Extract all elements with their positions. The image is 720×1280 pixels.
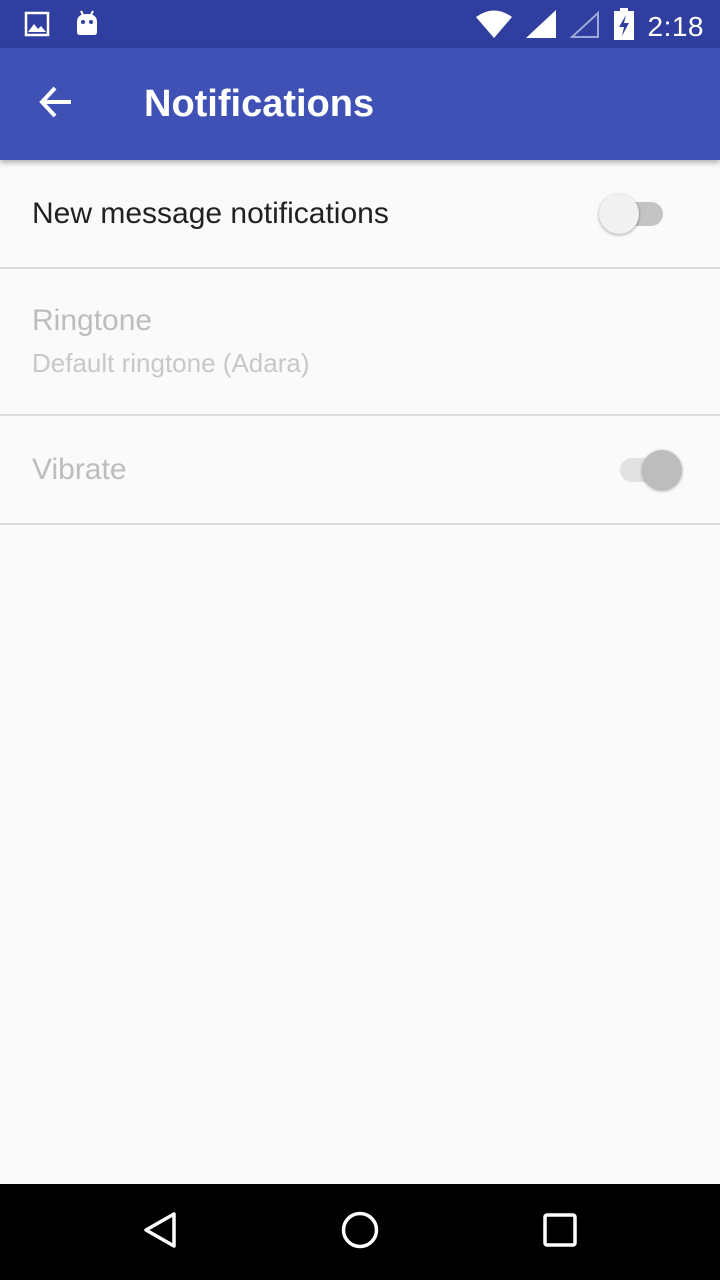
pref-title: New message notifications bbox=[32, 197, 389, 230]
app-bar: Notifications bbox=[0, 48, 720, 160]
pref-summary: Default ringtone (Adara) bbox=[32, 348, 310, 378]
pref-vibrate: Vibrate bbox=[0, 416, 720, 525]
nav-home-button[interactable] bbox=[336, 1208, 384, 1256]
home-circle-icon bbox=[340, 1210, 380, 1255]
back-triangle-icon bbox=[140, 1210, 180, 1255]
navigation-bar bbox=[0, 1184, 720, 1280]
page-title: Notifications bbox=[144, 83, 375, 125]
status-time: 2:18 bbox=[647, 10, 704, 42]
pref-new-message-notifications[interactable]: New message notifications bbox=[0, 160, 720, 269]
image-icon bbox=[24, 11, 50, 42]
pref-title: Ringtone bbox=[32, 304, 153, 337]
switch-thumb bbox=[642, 450, 682, 490]
nav-recents-button[interactable] bbox=[536, 1208, 584, 1256]
recents-square-icon bbox=[540, 1210, 580, 1255]
preference-list: New message notifications Ringtone Defau… bbox=[0, 160, 720, 525]
android-icon bbox=[74, 10, 100, 43]
status-left-icons bbox=[24, 10, 100, 43]
back-button[interactable] bbox=[24, 72, 88, 136]
new-message-notifications-switch[interactable] bbox=[599, 194, 669, 234]
wifi-icon bbox=[475, 10, 512, 43]
signal-empty-icon bbox=[568, 10, 600, 43]
vibrate-switch bbox=[612, 450, 682, 490]
signal-icon bbox=[525, 10, 556, 43]
switch-thumb bbox=[599, 194, 639, 234]
nav-back-button[interactable] bbox=[136, 1208, 184, 1256]
arrow-back-icon bbox=[38, 84, 74, 125]
status-bar: 2:18 bbox=[0, 0, 720, 48]
pref-title: Vibrate bbox=[32, 453, 127, 486]
pref-ringtone: Ringtone Default ringtone (Adara) bbox=[0, 269, 720, 416]
status-right-icons: 2:18 bbox=[475, 8, 705, 45]
battery-charging-icon bbox=[613, 8, 634, 45]
